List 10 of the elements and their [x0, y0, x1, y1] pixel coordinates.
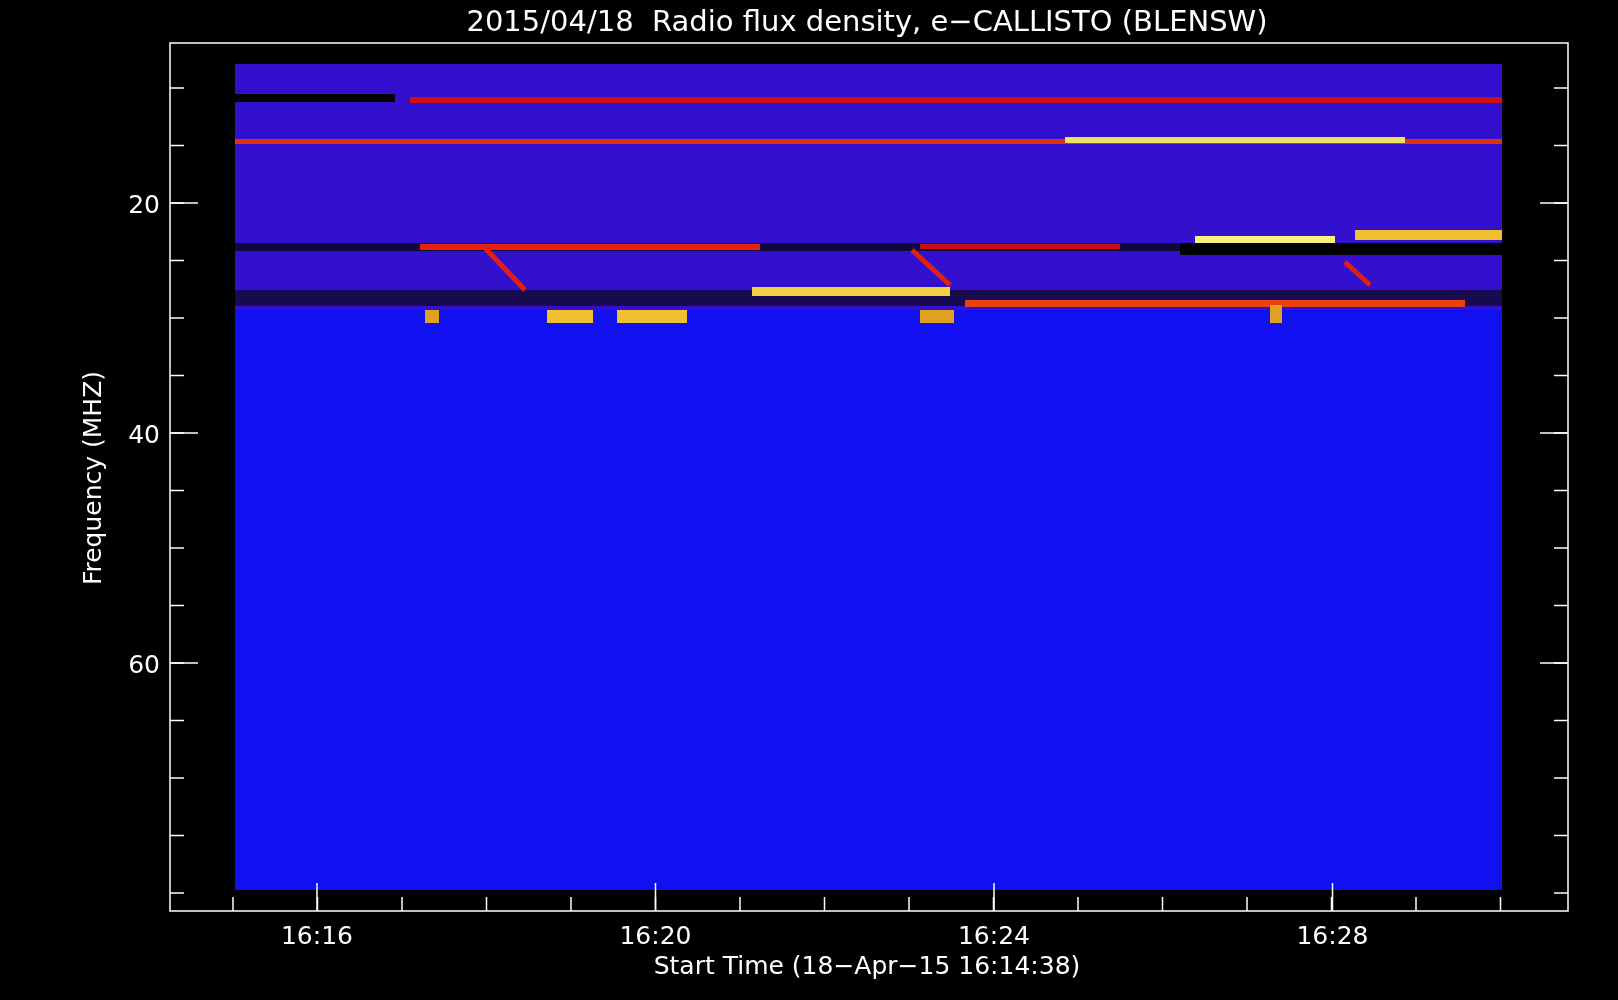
y-tick-label: 60: [128, 650, 160, 679]
x-axis-label: Start Time (18−Apr−15 16:14:38): [653, 951, 1081, 980]
x-tick-label: 16:16: [281, 921, 353, 950]
y-axis-label: Frequency (MHZ): [78, 370, 107, 586]
y-tick-label: 40: [128, 420, 160, 449]
x-tick-label: 16:24: [958, 921, 1030, 950]
x-tick-label: 16:20: [619, 921, 692, 950]
x-tick-label: 16:28: [1296, 921, 1369, 950]
chart-title: 2015/04/18 Radio flux density, e−CALLISTO (BLENSW): [466, 4, 1268, 38]
y-tick-label: 20: [128, 190, 160, 219]
